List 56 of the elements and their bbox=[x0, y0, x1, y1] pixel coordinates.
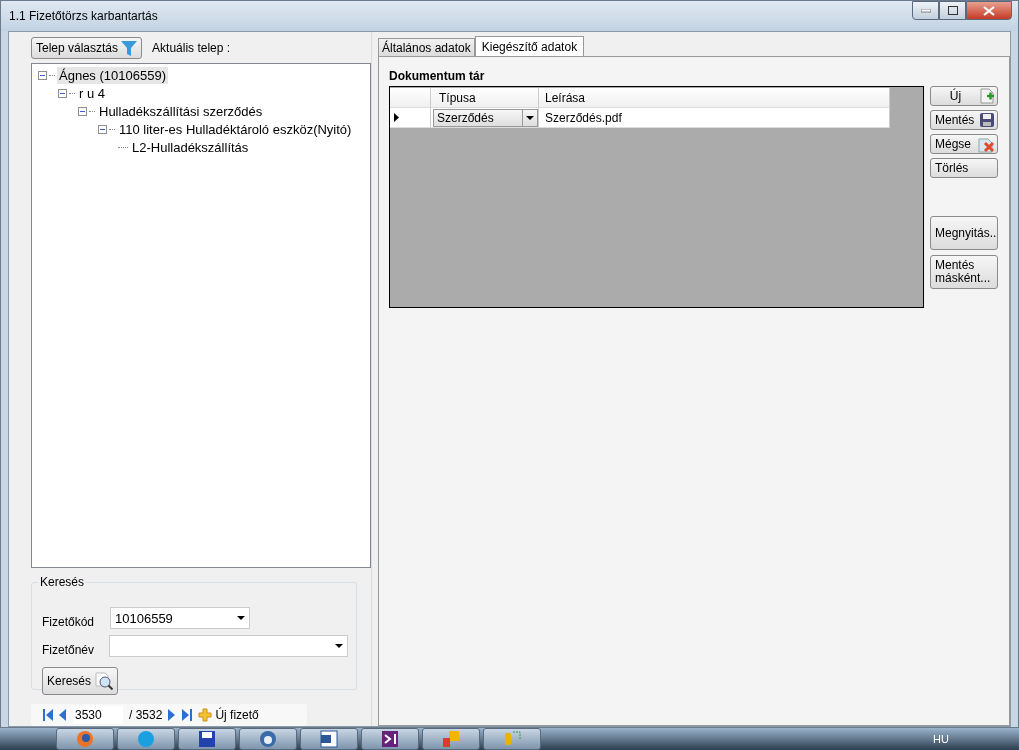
action-button[interactable]: Új bbox=[930, 86, 998, 106]
tree-node[interactable]: r u 4 bbox=[77, 85, 107, 103]
next-record-button[interactable] bbox=[168, 709, 177, 722]
tree-node[interactable]: Ágnes (10106559) bbox=[57, 67, 168, 85]
tab[interactable]: Kiegészítő adatok bbox=[474, 36, 585, 56]
combo-box[interactable]: 10106559 bbox=[110, 607, 250, 630]
type-combo-box[interactable]: Szerződés bbox=[433, 108, 538, 127]
tree-node[interactable]: 110 liter-es Hulladéktároló eszköz(Nyitó) bbox=[117, 121, 354, 139]
section-title: Dokumentum tár bbox=[389, 69, 486, 83]
file-button[interactable]: Megnyitás.. bbox=[930, 216, 998, 250]
action-button[interactable]: Mentés bbox=[930, 110, 998, 130]
close-icon bbox=[983, 5, 995, 16]
plus-icon bbox=[198, 708, 213, 723]
field-label: Fizetőnév bbox=[42, 642, 96, 658]
window-title: 1.1 Fizetőtörzs karbantartás bbox=[9, 9, 159, 23]
tree-node[interactable]: Hulladékszállítási szerződés bbox=[97, 103, 265, 121]
taskbar-app-icon[interactable] bbox=[300, 728, 358, 750]
tree-node[interactable]: L2-Hulladékszállítás bbox=[130, 139, 251, 157]
search-button[interactable]: Keresés bbox=[42, 667, 119, 696]
taskbar-app-icon[interactable] bbox=[178, 728, 236, 750]
site-select-button[interactable]: Telep választás bbox=[31, 36, 143, 59]
filter-icon bbox=[121, 39, 138, 56]
table-cell: Szerződés.pdf bbox=[539, 108, 890, 128]
maximize-icon bbox=[947, 6, 958, 15]
dropdown-arrow-icon bbox=[526, 115, 534, 120]
collapse-icon[interactable] bbox=[38, 71, 47, 81]
column-header[interactable]: Típusa bbox=[431, 88, 539, 108]
taskbar-app-icon[interactable] bbox=[56, 728, 114, 750]
action-button[interactable]: Mégse bbox=[930, 134, 998, 154]
minimize-button[interactable] bbox=[912, 1, 939, 20]
dropdown-arrow-icon bbox=[335, 644, 343, 649]
previous-record-button[interactable] bbox=[59, 709, 67, 722]
collapse-icon[interactable] bbox=[58, 89, 67, 99]
close-button[interactable] bbox=[966, 1, 1012, 20]
file-button[interactable]: Mentés másként... bbox=[930, 255, 998, 289]
record-count: / 3532 bbox=[129, 708, 163, 723]
minimize-icon bbox=[920, 8, 931, 13]
cancel-icon bbox=[978, 135, 995, 153]
search-icon bbox=[94, 671, 115, 692]
taskbar-app-icon[interactable] bbox=[239, 728, 297, 750]
last-record-button[interactable] bbox=[182, 709, 193, 722]
dropdown-arrow-icon bbox=[237, 616, 245, 621]
new-payer-button[interactable]: Új fizető bbox=[198, 708, 259, 723]
collapse-icon[interactable] bbox=[78, 107, 87, 117]
collapse-icon[interactable] bbox=[98, 125, 107, 135]
column-header[interactable]: Leírása bbox=[539, 88, 890, 108]
maximize-button[interactable] bbox=[939, 1, 966, 20]
record-position-field[interactable]: 3530 bbox=[73, 706, 123, 725]
taskbar-app-icon[interactable] bbox=[361, 728, 419, 750]
tab[interactable]: Általános adatok bbox=[378, 38, 475, 56]
action-button[interactable]: Törlés bbox=[930, 158, 998, 178]
add-icon bbox=[979, 88, 995, 104]
first-record-button[interactable] bbox=[43, 709, 53, 722]
current-site-label: Aktuális telep : bbox=[152, 40, 231, 55]
language-indicator[interactable]: HU bbox=[933, 733, 1019, 745]
field-label: Fizetőkód bbox=[42, 614, 96, 630]
